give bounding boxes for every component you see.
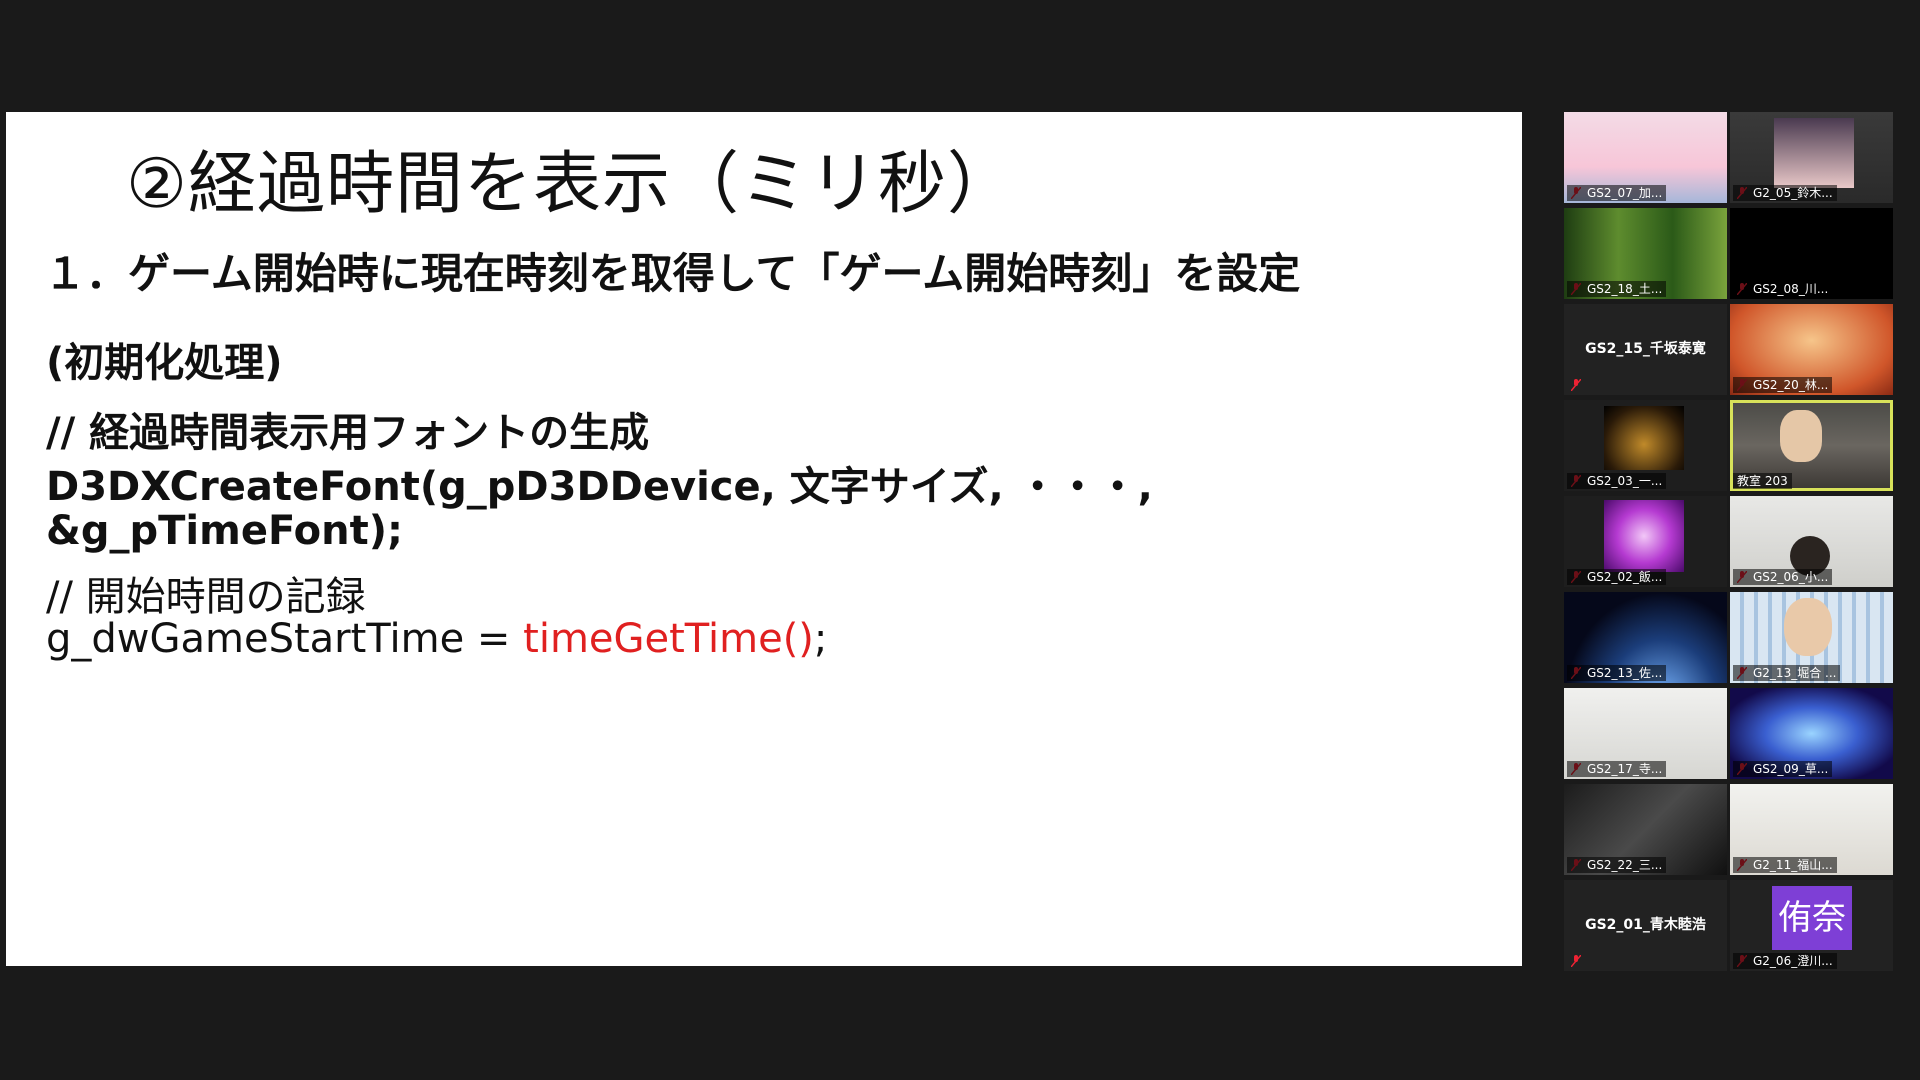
participant-tile[interactable]: GS2_18_土... <box>1564 208 1727 299</box>
participant-avatar-image <box>1604 500 1684 572</box>
participant-tile[interactable]: G2_13_堀合 ... <box>1730 592 1893 683</box>
participant-tile[interactable]: G2_05_鈴木... <box>1730 112 1893 203</box>
participant-name: G2_13_堀合 ... <box>1733 665 1841 681</box>
participant-tile[interactable]: GS2_09_草... <box>1730 688 1893 779</box>
top-bar <box>0 0 1920 112</box>
mic-muted-icon <box>1571 379 1581 391</box>
participant-tile[interactable]: GS2_17_寺... <box>1564 688 1727 779</box>
participant-face <box>1780 410 1822 462</box>
mic-muted-icon <box>1571 955 1581 967</box>
participant-name: GS2_08_川... <box>1733 281 1833 297</box>
init-label: (初期化処理) <box>46 340 283 386</box>
participant-name: GS2_03_一... <box>1567 473 1667 489</box>
shared-slide: ②経過時間を表示（ミリ秒） １．ゲーム開始時に現在時刻を取得して「ゲーム開始時刻… <box>6 112 1522 966</box>
participant-gallery: GS2_07_加... G2_05_鈴木... GS2_18_土... GS2_… <box>1560 110 1900 971</box>
participant-name: GS2_18_土... <box>1567 281 1667 297</box>
code-semicolon: ; <box>813 616 828 662</box>
participant-tile[interactable]: GS2_13_佐... <box>1564 592 1727 683</box>
participant-tile[interactable]: GS2_02_飯... <box>1564 496 1727 587</box>
participant-face <box>1784 598 1832 656</box>
participant-name: 教室 203 <box>1733 473 1792 489</box>
participant-name: GS2_20_林... <box>1733 377 1833 393</box>
code-create-font: D3DXCreateFont(g_pD3DDevice, 文字サイズ, ・・・, <box>46 464 1153 510</box>
participant-name: GS2_06_小... <box>1733 569 1833 585</box>
participant-avatar-image <box>1774 118 1854 188</box>
participant-tile[interactable]: GS2_07_加... <box>1564 112 1727 203</box>
participant-tile[interactable]: GS2_08_川... <box>1730 208 1893 299</box>
participant-tile[interactable]: GS2_03_一... <box>1564 400 1727 491</box>
slide-title: ②経過時間を表示（ミリ秒） <box>126 145 1016 224</box>
code-comment-font: // 経過時間表示用フォントの生成 <box>46 410 650 456</box>
participant-tile[interactable]: GS2_06_小... <box>1730 496 1893 587</box>
participant-tile[interactable]: GS2_22_三... <box>1564 784 1727 875</box>
participant-tile[interactable]: G2_11_福山... <box>1730 784 1893 875</box>
step-heading: １．ゲーム開始時に現在時刻を取得して「ゲーム開始時刻」を設定 <box>44 249 1301 298</box>
participant-name: GS2_13_佐... <box>1567 665 1667 681</box>
code-start-time: g_dwGameStartTime = timeGetTime(); <box>46 616 827 662</box>
participant-initials-avatar: 侑奈 <box>1772 886 1852 950</box>
participant-tile[interactable]: GS2_15_千坂泰寛 <box>1564 304 1727 395</box>
participant-name: GS2_02_飯... <box>1567 569 1667 585</box>
participant-name-center: GS2_01_青木睦浩 <box>1585 917 1706 933</box>
participant-name: G2_05_鈴木... <box>1733 185 1837 201</box>
code-comment-start: // 開始時間の記録 <box>46 574 366 620</box>
participant-tile-active-speaker[interactable]: 教室 203 <box>1730 400 1893 491</box>
participant-name: GS2_07_加... <box>1567 185 1667 201</box>
participant-name: G2_06_澄川... <box>1733 953 1837 969</box>
participant-name: GS2_17_寺... <box>1567 761 1667 777</box>
participant-name: GS2_09_草... <box>1733 761 1833 777</box>
code-create-font-cont: &g_pTimeFont); <box>46 508 404 554</box>
participant-tile[interactable]: GS2_20_林... <box>1730 304 1893 395</box>
participant-tile[interactable]: GS2_01_青木睦浩 <box>1564 880 1727 971</box>
code-time-func: timeGetTime() <box>523 616 814 662</box>
participant-name: G2_11_福山... <box>1733 857 1837 873</box>
participant-avatar-image <box>1604 406 1684 470</box>
code-start-var: g_dwGameStartTime = <box>46 616 524 662</box>
participant-name: GS2_22_三... <box>1567 857 1667 873</box>
participant-name-center: GS2_15_千坂泰寛 <box>1585 341 1706 357</box>
participant-tile[interactable]: 侑奈 G2_06_澄川... <box>1730 880 1893 971</box>
